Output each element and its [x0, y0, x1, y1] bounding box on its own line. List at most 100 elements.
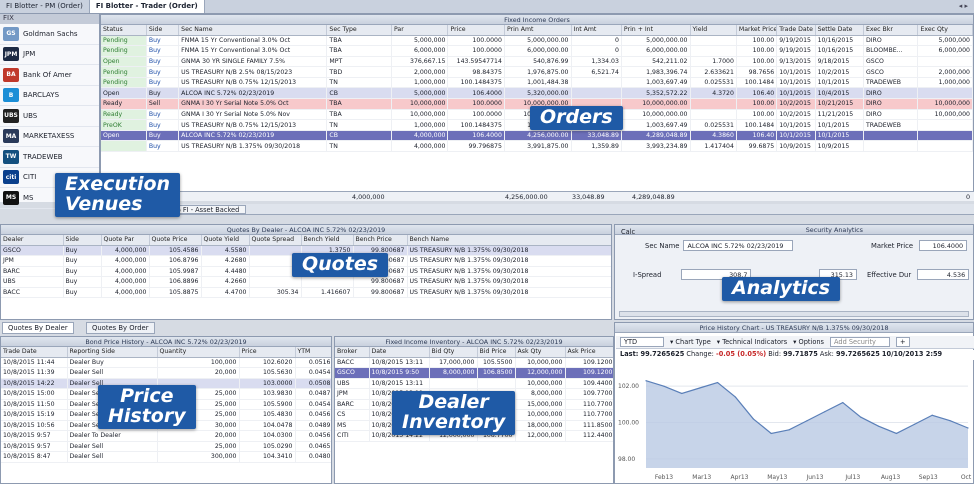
orders-header[interactable]: Trade Date: [776, 25, 816, 36]
orders-header[interactable]: Settle Date: [815, 25, 864, 36]
quotes-row[interactable]: BACC Buy 4,000,000 105.8875 4.4700 305.34 1.41…: [1, 287, 611, 298]
inventory-header[interactable]: Bid Price: [477, 347, 516, 358]
orders-header[interactable]: Exec Qty: [917, 25, 973, 36]
inventory-header[interactable]: Date: [369, 347, 430, 358]
orders-header[interactable]: Status: [101, 25, 147, 36]
period-select[interactable]: YTD: [620, 337, 664, 347]
price-history-cell: Dealer Sell: [67, 367, 158, 379]
tab-nav-arrows[interactable]: ◂ ▸: [953, 0, 974, 13]
orders-row[interactable]: Buy US TREASURY N/B 1.375% 09/30/2018 TN 4,…: [101, 140, 973, 153]
callout-quotes: Quotes: [292, 253, 389, 277]
orders-row[interactable]: Open Buy ALCOA INC 5.72% 02/23/2019 CB 4,000…: [101, 130, 973, 142]
quotes-header[interactable]: Quote Par: [101, 235, 150, 246]
orders-header[interactable]: Sec Type: [326, 25, 392, 36]
orders-header[interactable]: Int Amt: [571, 25, 622, 36]
options-menu[interactable]: ▾ Options: [793, 338, 824, 346]
orders-header[interactable]: Exec Bkr: [863, 25, 919, 36]
inventory-header[interactable]: Ask Qty: [515, 347, 566, 358]
calc-button[interactable]: Calc: [621, 228, 635, 236]
inventory-header[interactable]: Ask Price: [565, 347, 613, 358]
price-history-row[interactable]: 10/8/2015 9:57 Dealer Sell 25,000 105.0290 0…: [1, 441, 331, 452]
price-history-row[interactable]: 10/8/2015 9:57 Dealer To Dealer 20,000 104.…: [1, 430, 331, 442]
tech-indicators-menu[interactable]: ▾ Technical Indicators: [717, 338, 787, 346]
venue-bank-of-amer[interactable]: BA Bank Of Amer: [0, 65, 99, 86]
chart-type-menu[interactable]: ▾ Chart Type: [670, 338, 711, 346]
orders-cell: [101, 140, 147, 153]
orders-header[interactable]: Market Price: [736, 25, 778, 36]
price-history-chart[interactable]: 102.00 100.00 98.00 Feb13 Mar13 Apr13 May13 Jun…: [616, 362, 972, 482]
add-icon[interactable]: +: [896, 337, 910, 347]
tab-pm-order[interactable]: FI Blotter - PM (Order): [0, 0, 90, 13]
quotes-row[interactable]: UBS Buy 4,000,000 106.8896 4.2660 99.800687 US…: [1, 276, 611, 288]
orders-header[interactable]: Par: [391, 25, 449, 36]
venue-jpm[interactable]: JPM JPM: [0, 45, 99, 65]
orders-row[interactable]: Open Buy GNMA 30 YR SINGLE FAMILY 7.5% MPT 3…: [101, 56, 973, 68]
inventory-header[interactable]: Bid Qty: [429, 347, 478, 358]
orders-header[interactable]: Sec Name: [178, 25, 328, 36]
effective-dur-field[interactable]: 4.536: [917, 269, 970, 280]
price-history-header[interactable]: Price: [239, 347, 296, 358]
orders-header[interactable]: Yield: [690, 25, 737, 36]
inventory-row[interactable]: BACC 10/8/2015 13:11 17,000,000 105.5500 10,…: [335, 357, 613, 368]
analytics-scrollbar[interactable]: [619, 311, 969, 317]
orders-header[interactable]: Price: [447, 25, 505, 36]
orders-cell: 2.633621: [690, 66, 737, 78]
orders-row[interactable]: Pending Buy US TREASURY N/B 2.5% 08/15/202…: [101, 66, 973, 78]
market-price-field[interactable]: 106.4000: [919, 240, 968, 251]
orders-row[interactable]: Open Buy ALCOA INC 5.72% 02/23/2019 CB 5,000…: [101, 87, 973, 100]
venue-marketaxess[interactable]: MA MARKETAXESS: [0, 127, 99, 147]
sec-name-field[interactable]: ALCOA INC 5.72% 02/23/2019: [683, 240, 794, 251]
inventory-cell: 109.7700: [565, 388, 613, 400]
orders-row[interactable]: Pending Buy FNMA 15 Yr Conventional 3.0% O…: [101, 35, 973, 47]
quotes-header[interactable]: Side: [63, 235, 102, 246]
orders-header[interactable]: Prin + Int: [621, 25, 691, 36]
y-tick-label: 102.00: [618, 383, 639, 390]
price-history-row[interactable]: 10/8/2015 11:44 Dealer Buy 100,000 102.6020…: [1, 357, 331, 368]
venue-tradeweb[interactable]: TW TRADEWEB: [0, 147, 99, 168]
price-history-cell: 103.9830: [239, 388, 296, 400]
orders-cell: Open: [101, 87, 147, 100]
inventory-header[interactable]: Broker: [335, 347, 370, 358]
inventory-row[interactable]: UBS 10/8/2015 13:11 10,000,000 109.4400: [335, 378, 613, 389]
quotes-header[interactable]: Quote Spread: [249, 235, 302, 246]
inventory-row[interactable]: GSCO 10/8/2015 9:50 8,000,000 106.8500 12,00…: [335, 367, 613, 379]
price-history-header[interactable]: Reporting Side: [67, 347, 158, 358]
quotes-header[interactable]: Dealer: [1, 235, 64, 246]
price-history-header[interactable]: YTM: [295, 347, 331, 358]
price-history-cell: 0.0489: [295, 420, 331, 431]
venue-barclays[interactable]: B BARCLAYS: [0, 86, 99, 106]
orders-header[interactable]: Prin Amt: [504, 25, 572, 36]
chart-data-point: [770, 432, 772, 435]
orders-cell: 6,000,000: [917, 45, 973, 57]
quotes-header[interactable]: Quote Price: [149, 235, 202, 246]
price-history-header[interactable]: Trade Date: [1, 347, 68, 358]
orders-cell: 9/19/2015: [776, 35, 816, 47]
quotes-header[interactable]: Bench Name: [407, 235, 611, 246]
quotes-cell: 4.5580: [201, 245, 250, 256]
orders-cell: 4,256,000.00: [504, 130, 572, 142]
orders-cell: 100.0000: [447, 109, 505, 121]
add-security-input[interactable]: Add Security: [830, 337, 890, 347]
price-history-cell: 105.5630: [239, 367, 296, 379]
orders-header[interactable]: Side: [146, 25, 180, 36]
price-history-cell: 10/8/2015 9:57: [1, 430, 68, 442]
orders-cell: 100.0000: [447, 35, 505, 47]
tab-quotes-by-order[interactable]: Quotes By Order: [86, 322, 155, 334]
orders-row[interactable]: Pending Buy US TREASURY N/B 0.75% 12/15/20…: [101, 77, 973, 89]
quotes-header[interactable]: Bench Price: [353, 235, 408, 246]
quotes-header[interactable]: Quote Yield: [201, 235, 250, 246]
venue-goldman-sachs[interactable]: GS Goldman Sachs: [0, 24, 99, 45]
venue-ubs[interactable]: UBS UBS: [0, 106, 99, 127]
quotes-header[interactable]: Bench Yield: [301, 235, 354, 246]
orders-cell: 100.0000: [447, 45, 505, 57]
tab-quotes-by-dealer[interactable]: Quotes By Dealer: [2, 322, 74, 334]
price-history-row[interactable]: 10/8/2015 11:39 Dealer Sell 20,000 105.5630…: [1, 367, 331, 379]
orders-cell: [690, 98, 737, 110]
orders-row[interactable]: Pending Buy FNMA 15 Yr Conventional 3.0% O…: [101, 45, 973, 57]
price-history-header[interactable]: Quantity: [157, 347, 240, 358]
orders-cell: 6,000,000: [391, 45, 449, 57]
price-history-row[interactable]: 10/8/2015 8:47 Dealer Sell 300,000 104.3410…: [1, 451, 331, 463]
tab-trader-order[interactable]: FI Blotter - Trader (Order): [89, 0, 205, 13]
callout-orders: Orders: [530, 106, 623, 130]
orders-cell: 106.40: [736, 130, 778, 142]
